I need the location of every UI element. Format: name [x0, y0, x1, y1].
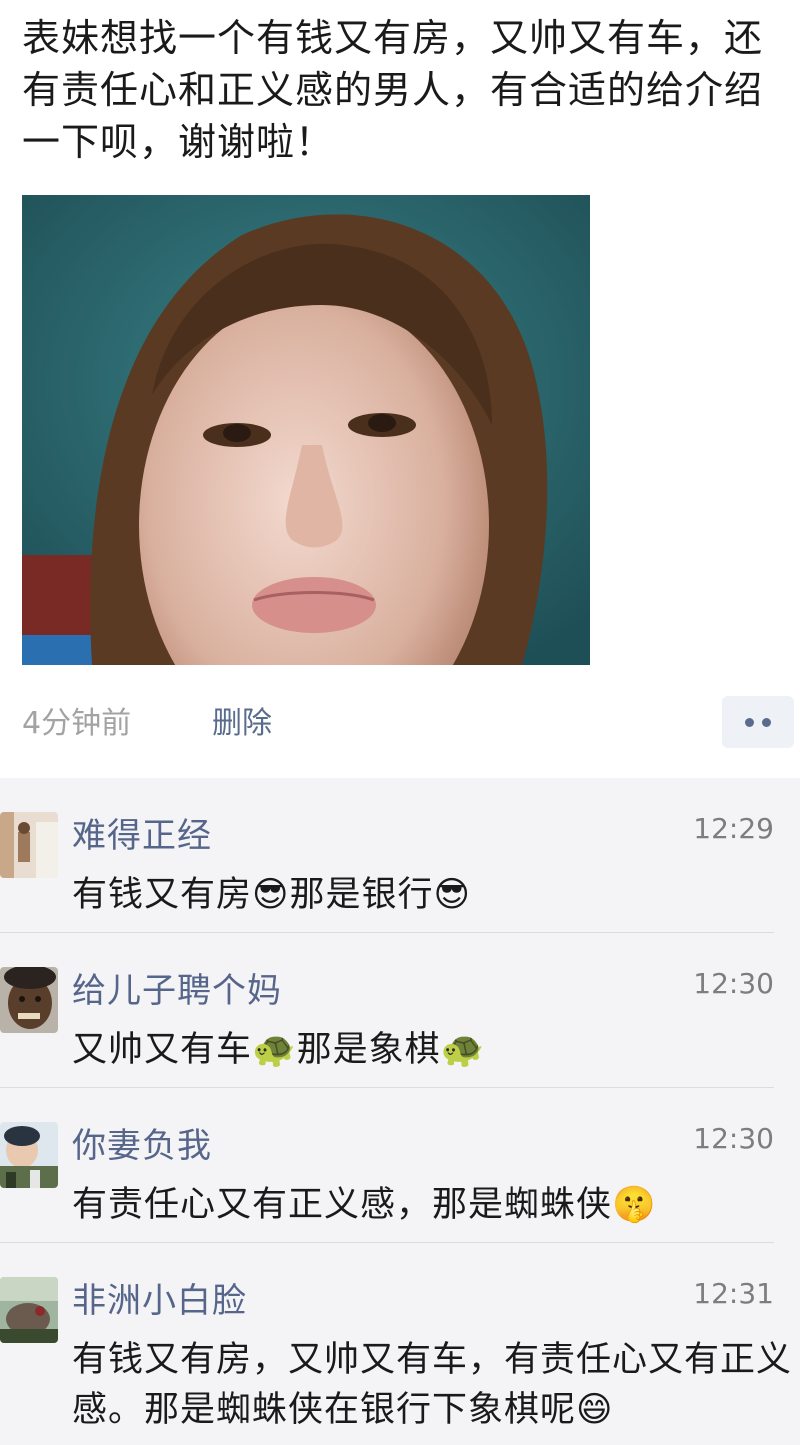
comment-item[interactable]: 非洲小白脸 12:31 有钱又有房，又帅又有车，有责任心又有正义感。那是蜘蛛侠在… — [0, 1243, 800, 1445]
commenter-name[interactable]: 给儿子聘个妈 — [72, 963, 282, 1012]
portrait-image — [22, 195, 590, 665]
comment-item[interactable]: 难得正经 12:29 有钱又有房😎那是银行😎 — [0, 778, 800, 933]
comment-time: 12:30 — [693, 967, 774, 1000]
more-dots-icon[interactable] — [722, 696, 794, 748]
delete-link[interactable]: 删除 — [212, 698, 272, 742]
comment-text: 又帅又有车🐢那是象棋🐢 — [72, 1030, 486, 1070]
commenter-name[interactable]: 你妻负我 — [72, 1118, 212, 1167]
comment-time: 12:29 — [693, 812, 774, 845]
comment-section: 难得正经 12:29 有钱又有房😎那是银行😎 给儿子聘个妈 12:30 又帅又有… — [0, 778, 800, 1445]
commenter-name[interactable]: 非洲小白脸 — [72, 1273, 247, 1322]
comment-time: 12:31 — [693, 1277, 774, 1310]
post-timestamp: 4分钟前 — [22, 706, 132, 741]
post-text: 表妹想找一个有钱又有房，又帅又有车，还有责任心和正义感的男人，有合适的给介绍一下… — [22, 16, 764, 164]
avatar[interactable] — [0, 967, 58, 1033]
avatar[interactable] — [0, 1277, 58, 1343]
comment-text: 有钱又有房，又帅又有车，有责任心又有正义感。那是蜘蛛侠在银行下象棋呢😄 — [72, 1340, 793, 1430]
avatar[interactable] — [0, 1122, 58, 1188]
post-meta: 4分钟前 删除 — [22, 690, 798, 750]
avatar[interactable] — [0, 812, 58, 878]
comment-text: 有责任心又有正义感，那是蜘蛛侠🤫 — [72, 1185, 657, 1225]
post-photo[interactable] — [22, 195, 590, 665]
comment-item[interactable]: 你妻负我 12:30 有责任心又有正义感，那是蜘蛛侠🤫 — [0, 1088, 800, 1243]
comment-text: 有钱又有房😎那是银行😎 — [72, 875, 471, 915]
comment-time: 12:30 — [693, 1122, 774, 1155]
comment-item[interactable]: 给儿子聘个妈 12:30 又帅又有车🐢那是象棋🐢 — [0, 933, 800, 1088]
commenter-name[interactable]: 难得正经 — [72, 808, 212, 857]
